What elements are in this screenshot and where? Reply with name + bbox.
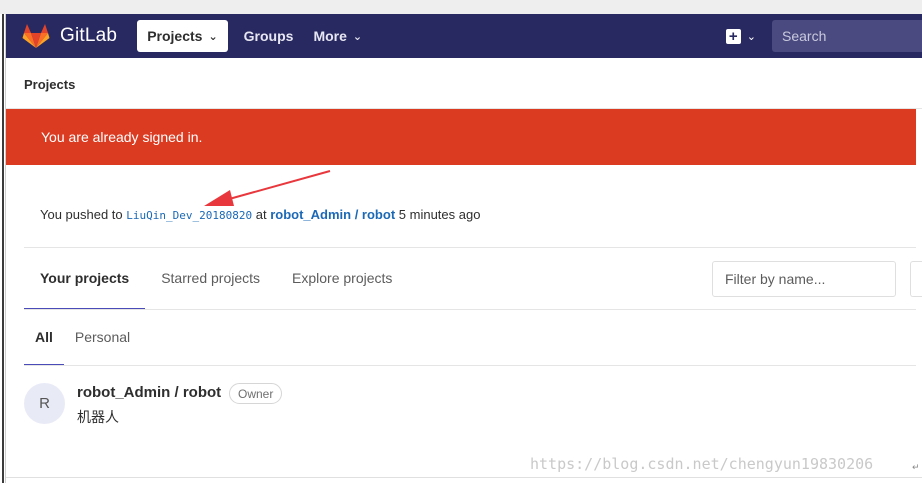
pushed-branch-link[interactable]: LiuQin_Dev_20180820 xyxy=(126,209,252,222)
project-avatar[interactable]: R xyxy=(24,383,65,424)
project-name-link[interactable]: robot_Admin / robot xyxy=(77,384,221,401)
nav-groups-link[interactable]: Groups xyxy=(244,20,294,52)
nav-projects-dropdown[interactable]: Projects ⌄ xyxy=(137,20,228,52)
chevron-down-icon: ⌄ xyxy=(746,30,756,43)
annotation-arrow-head xyxy=(204,190,234,206)
tabs-divider xyxy=(24,309,916,310)
chevron-down-icon: ⌄ xyxy=(208,30,218,43)
plus-square-icon: + xyxy=(725,28,741,44)
push-at: at xyxy=(255,207,267,222)
gitlab-logo[interactable]: GitLab xyxy=(22,14,117,58)
chevron-down-icon: ⌄ xyxy=(352,30,363,43)
watermark-text: https://blog.csdn.net/chengyun19830206 xyxy=(530,455,874,473)
nav-projects-label: Projects xyxy=(147,28,203,44)
search-input[interactable]: Search xyxy=(772,20,922,52)
role-badge: Owner xyxy=(229,383,283,404)
flash-alert: You are already signed in. xyxy=(6,109,916,165)
new-item-dropdown[interactable]: + ⌄ xyxy=(725,28,756,44)
pushed-project-link[interactable]: robot_Admin / robot xyxy=(270,207,395,222)
project-subtabs: All Personal xyxy=(24,310,141,366)
push-time: 5 minutes ago xyxy=(398,207,481,222)
filter-by-name-input[interactable]: Filter by name... xyxy=(712,261,896,297)
return-glyph-icon: ↵ xyxy=(912,462,920,472)
sort-dropdown-edge[interactable] xyxy=(910,261,922,297)
brand-name: GitLab xyxy=(60,25,118,46)
gitlab-tanuki-icon xyxy=(22,24,50,48)
alert-message: You are already signed in. xyxy=(41,129,203,145)
search-placeholder: Search xyxy=(782,28,827,44)
tab-starred-projects[interactable]: Starred projects xyxy=(145,248,276,310)
annotation-arrow-shaft xyxy=(221,170,331,202)
subtab-personal[interactable]: Personal xyxy=(64,310,141,366)
project-description: 机器人 xyxy=(77,409,119,425)
nav-more-label: More xyxy=(313,28,347,44)
top-navbar: GitLab Projects ⌄ Groups More ⌄ + ⌄ Sear… xyxy=(6,14,922,58)
push-event-notice: You pushed to LiuQin_Dev_20180820 at rob… xyxy=(40,207,480,222)
project-tabs: Your projects Starred projects Explore p… xyxy=(24,248,408,310)
push-prefix: You pushed to xyxy=(40,207,123,222)
subtabs-divider xyxy=(24,365,916,366)
nav-more-dropdown[interactable]: More ⌄ xyxy=(313,20,362,52)
filter-placeholder: Filter by name... xyxy=(725,271,826,287)
window-top-strip xyxy=(0,0,922,14)
tab-explore-projects[interactable]: Explore projects xyxy=(276,248,408,310)
breadcrumb[interactable]: Projects xyxy=(24,77,75,92)
project-list-item[interactable]: R robot_Admin / robot Owner 机器人 xyxy=(24,383,904,433)
bottom-border xyxy=(6,477,922,478)
subtab-all[interactable]: All xyxy=(24,310,64,366)
tab-your-projects[interactable]: Your projects xyxy=(24,248,146,310)
breadcrumb-bar: Projects xyxy=(6,58,922,109)
nav-groups-label: Groups xyxy=(243,28,294,44)
